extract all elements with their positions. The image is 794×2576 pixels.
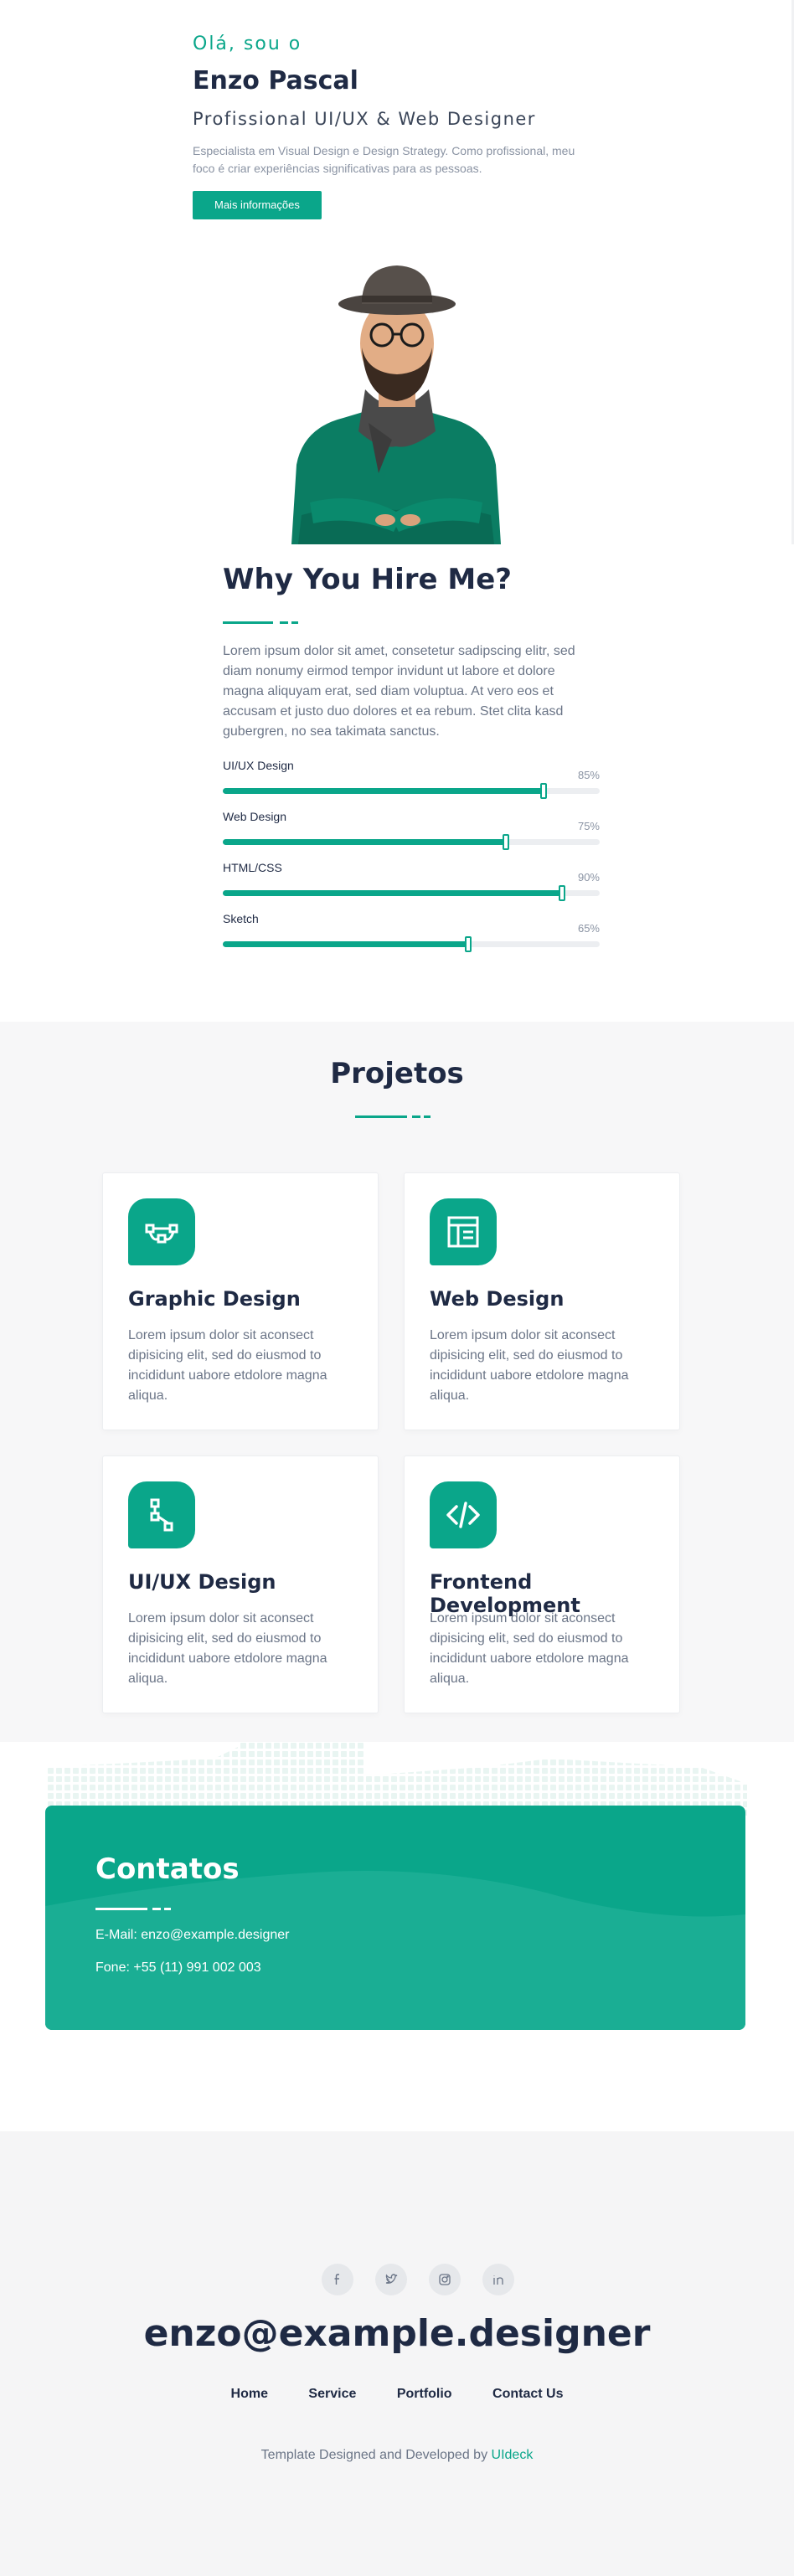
- facebook-icon[interactable]: [322, 2264, 353, 2295]
- twitter-icon[interactable]: [375, 2264, 407, 2295]
- credit-link[interactable]: UIdeck: [492, 2448, 534, 2462]
- skill-label: Web Design: [223, 810, 287, 823]
- skill-track: [223, 834, 600, 850]
- project-card-text: Lorem ipsum dolor sit aconsect dipisicin…: [430, 1611, 629, 1686]
- project-card-text: Lorem ipsum dolor sit aconsect dipisicin…: [128, 1328, 327, 1403]
- skill-track: [223, 885, 600, 901]
- footer-nav-service[interactable]: Service: [308, 2387, 356, 2402]
- section-divider: [95, 1906, 179, 1911]
- skill-percent: 85%: [577, 769, 600, 781]
- skill-fill: [223, 941, 468, 947]
- skill-bar: UI/UX Design 85%: [223, 759, 600, 799]
- more-info-button[interactable]: Mais informações: [193, 191, 322, 219]
- skill-track: [223, 936, 600, 952]
- project-card-text: Lorem ipsum dolor sit aconsect dipisicin…: [430, 1328, 629, 1403]
- credit-text: Template Designed and Developed by: [260, 2448, 488, 2462]
- project-card-title: Web Design: [430, 1287, 565, 1311]
- contact-phone[interactable]: Fone: +55 (11) 991 002 003: [95, 1960, 261, 1976]
- skill-bar: Web Design 75%: [223, 810, 600, 850]
- why-hire-me-section: Why You Hire Me? Lorem ipsum dolor sit a…: [223, 563, 600, 952]
- projects-section: Projetos Graphic Design Lorem ipsum dolo…: [0, 1022, 794, 1742]
- contact-email[interactable]: E-Mail: enzo@example.designer: [95, 1928, 289, 1943]
- why-text: Lorem ipsum dolor sit amet, consetetur s…: [223, 644, 575, 739]
- footer-nav-contact[interactable]: Contact Us: [492, 2387, 563, 2402]
- hero-role: Profissional UI/UX & Web Designer: [193, 109, 536, 129]
- social-links: [322, 2264, 523, 2295]
- skill-handle[interactable]: [539, 783, 547, 799]
- projects-title: Projetos: [330, 1057, 464, 1090]
- graphic-design-icon: [128, 1198, 195, 1265]
- skill-fill: [223, 788, 544, 794]
- section-divider: [223, 620, 600, 625]
- project-card-web-design[interactable]: Web Design Lorem ipsum dolor sit aconsec…: [404, 1172, 680, 1430]
- skill-label: Sketch: [223, 912, 259, 925]
- hero-description: Especialista em Visual Design e Design S…: [193, 144, 575, 175]
- skill-bar: HTML/CSS 90%: [223, 861, 600, 901]
- portrait-image: [285, 264, 508, 544]
- project-card-graphic-design[interactable]: Graphic Design Lorem ipsum dolor sit aco…: [102, 1172, 379, 1430]
- footer-nav: Home Service Portfolio Contact Us: [0, 2387, 794, 2402]
- skill-percent: 75%: [577, 820, 600, 832]
- skill-percent: 90%: [577, 871, 600, 884]
- contact-card: Contatos E-Mail: enzo@example.designer F…: [45, 1806, 745, 2030]
- skill-track: [223, 783, 600, 799]
- why-title: Why You Hire Me?: [223, 563, 512, 596]
- skill-bar: Sketch 65%: [223, 912, 600, 952]
- project-card-ui-ux-design[interactable]: UI/UX Design Lorem ipsum dolor sit acons…: [102, 1455, 379, 1713]
- section-divider: [355, 1114, 439, 1119]
- linkedin-icon[interactable]: [482, 2264, 514, 2295]
- skill-percent: 65%: [577, 922, 600, 935]
- footer-credit: Template Designed and Developed by UIdec…: [0, 2448, 794, 2463]
- code-icon: [430, 1481, 497, 1548]
- instagram-icon[interactable]: [429, 2264, 461, 2295]
- project-card-frontend-development[interactable]: Frontend Development Lorem ipsum dolor s…: [404, 1455, 680, 1713]
- footer-nav-portfolio[interactable]: Portfolio: [397, 2387, 452, 2402]
- hero-greeting: Olá, sou o: [193, 33, 302, 54]
- footer: enzo@example.designer Home Service Portf…: [0, 2131, 794, 2576]
- contact-title: Contatos: [95, 1852, 240, 1886]
- project-card-text: Lorem ipsum dolor sit aconsect dipisicin…: [128, 1611, 327, 1686]
- project-card-title: UI/UX Design: [128, 1570, 276, 1594]
- layout-icon: [430, 1198, 497, 1265]
- hero-name: Enzo Pascal: [193, 66, 358, 95]
- hero-section: Olá, sou o Enzo Pascal Profissional UI/U…: [193, 33, 595, 219]
- footer-email[interactable]: enzo@example.designer: [0, 2312, 794, 2355]
- skill-label: HTML/CSS: [223, 861, 282, 874]
- skill-handle[interactable]: [559, 885, 565, 901]
- skill-handle[interactable]: [502, 834, 509, 850]
- skill-fill: [223, 839, 506, 845]
- skill-handle[interactable]: [464, 936, 472, 952]
- skill-fill: [223, 890, 562, 896]
- flow-icon: [128, 1481, 195, 1548]
- skill-label: UI/UX Design: [223, 759, 294, 772]
- footer-nav-home[interactable]: Home: [231, 2387, 268, 2402]
- project-card-title: Graphic Design: [128, 1287, 301, 1311]
